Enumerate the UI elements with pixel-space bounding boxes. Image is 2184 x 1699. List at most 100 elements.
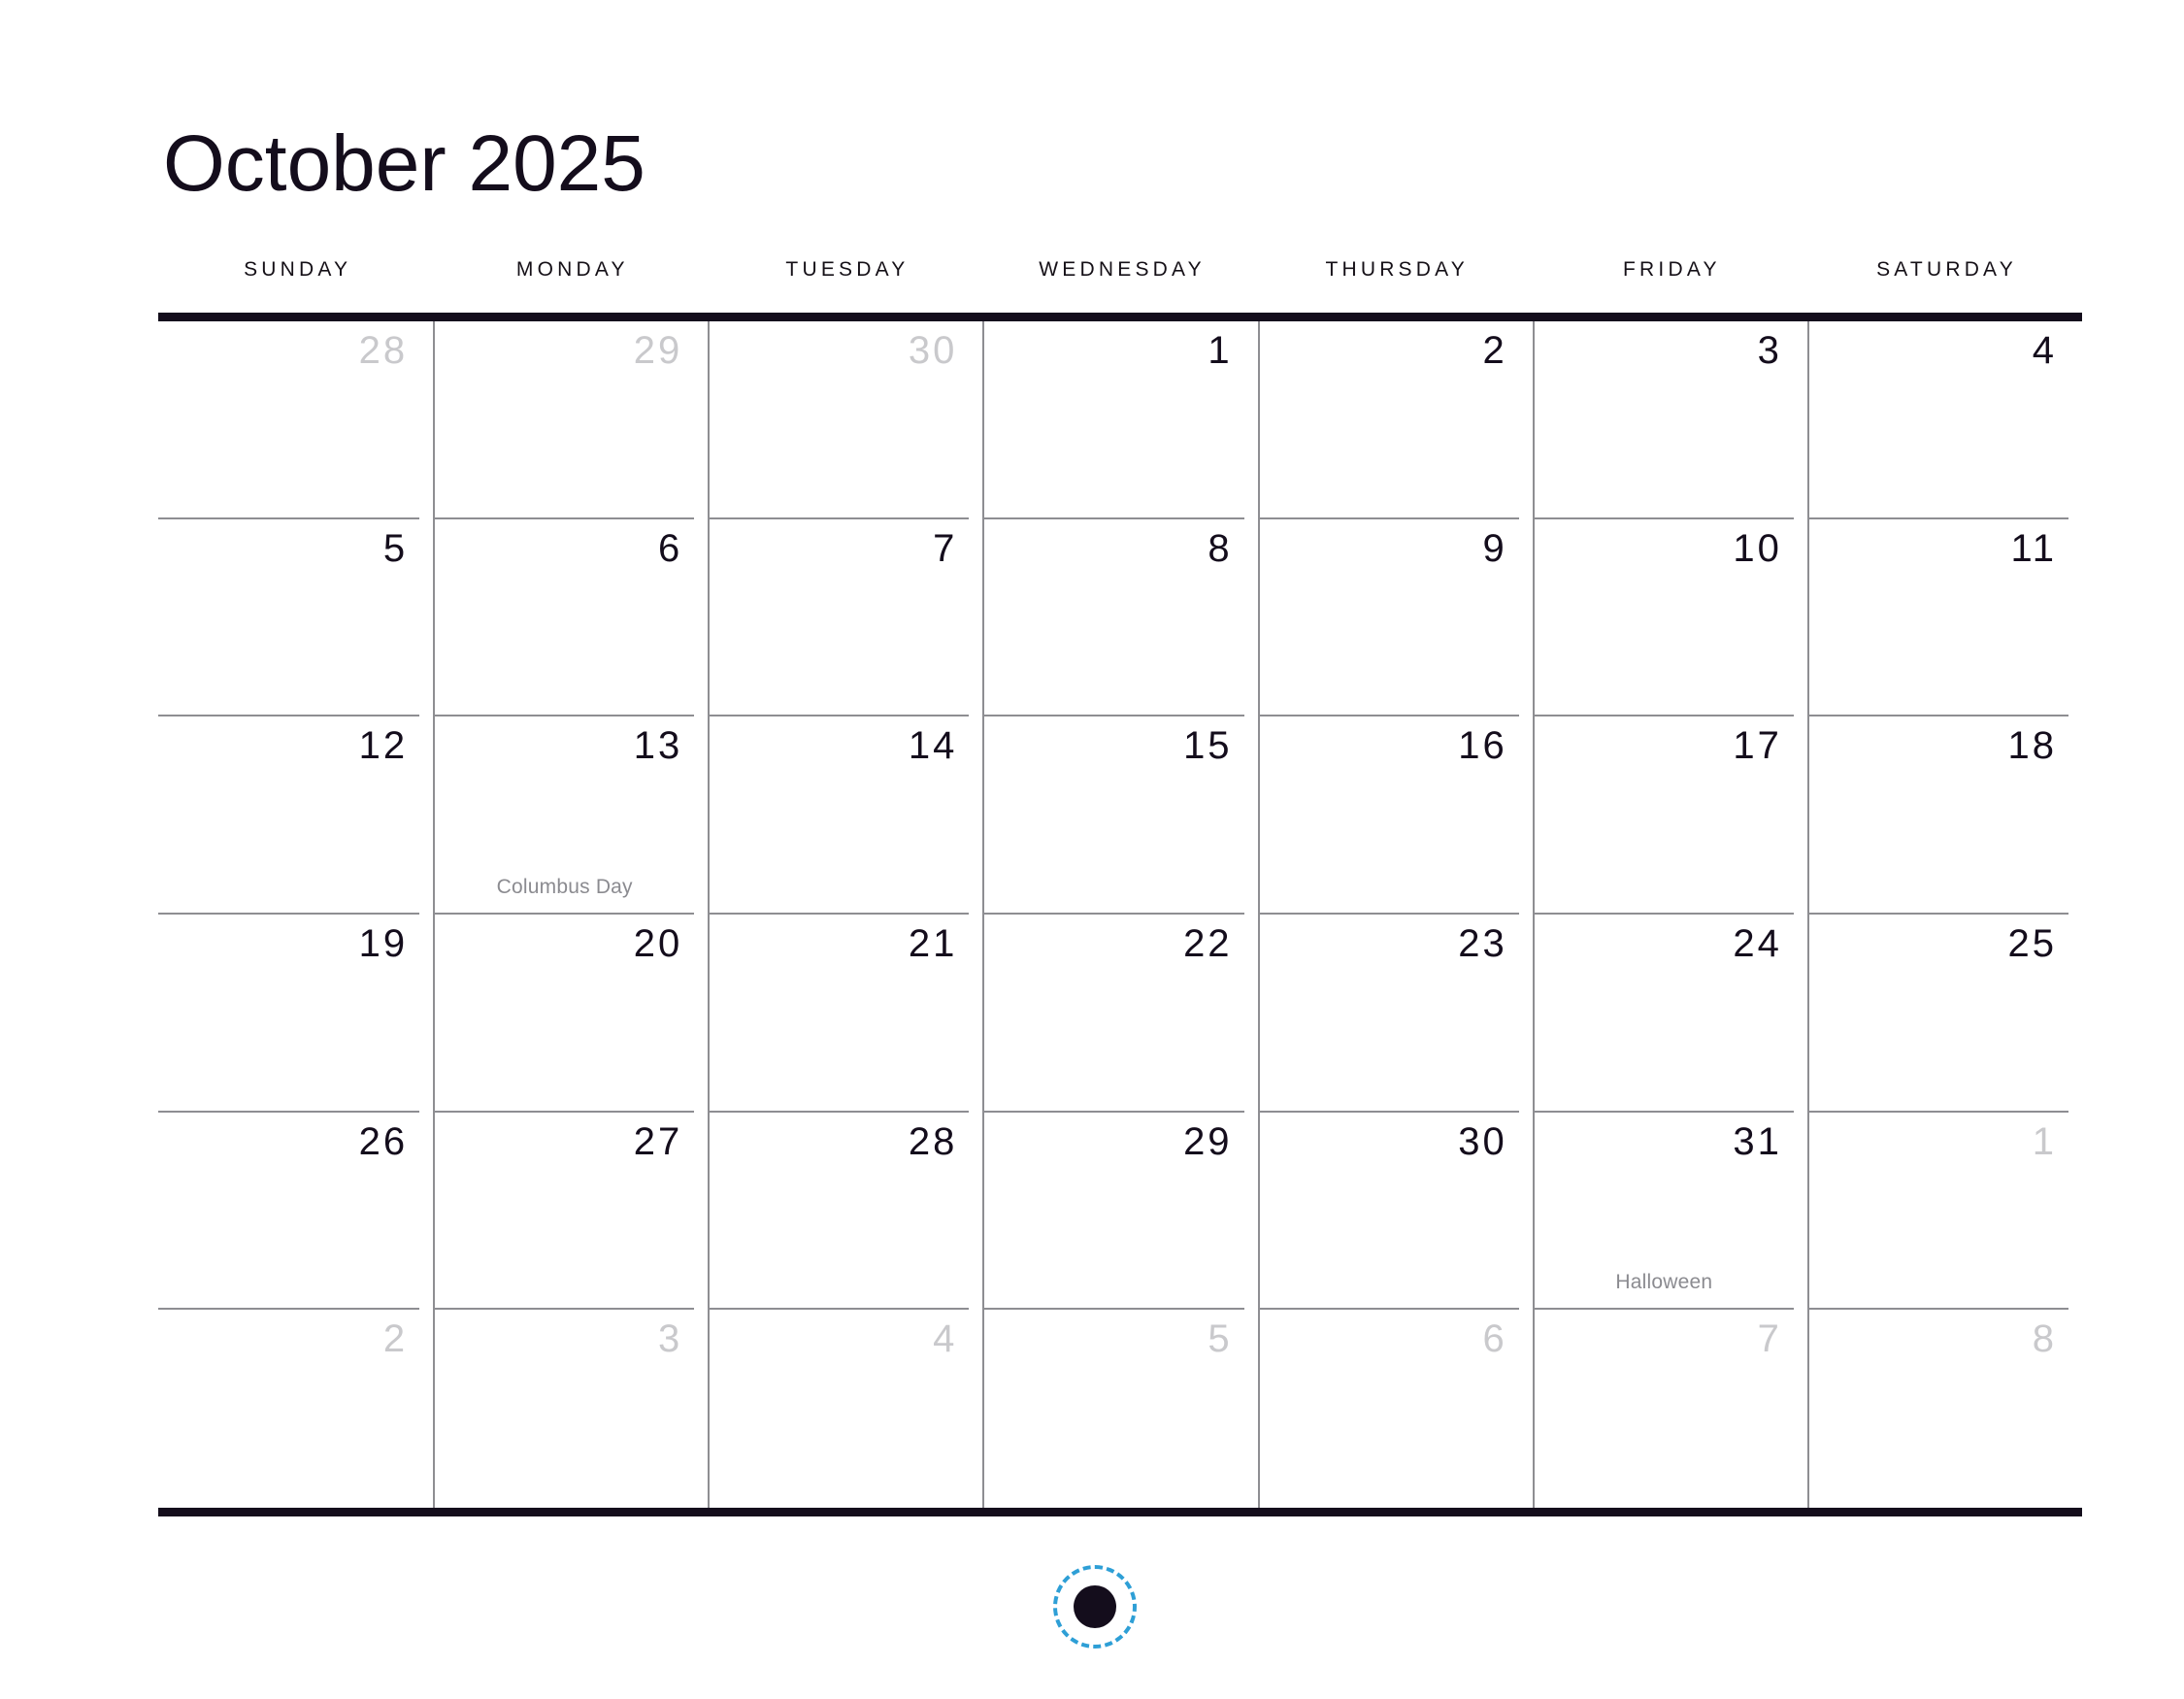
day-number: 1 <box>1208 329 1233 372</box>
day-number: 8 <box>1208 526 1233 570</box>
grid-top-rule <box>158 313 2082 321</box>
day-cell[interactable]: 4 <box>708 1310 982 1508</box>
holiday-label: Columbus Day <box>496 875 633 898</box>
day-cell[interactable]: 3 <box>433 1310 708 1508</box>
week-row: 2 3 4 5 6 7 8 <box>158 1310 2082 1508</box>
day-cell[interactable]: 17 <box>1532 716 1807 915</box>
day-number: 26 <box>358 1119 409 1163</box>
day-cell[interactable]: 2 <box>158 1310 433 1508</box>
weekday-header-wednesday: WEDNESDAY <box>1039 258 1206 281</box>
day-cell[interactable]: 3 <box>1532 321 1807 519</box>
day-cell[interactable]: 2 <box>1257 321 1533 519</box>
week-row: 12 13 Columbus Day 14 15 16 17 18 <box>158 716 2082 915</box>
weekday-header-thursday: THURSDAY <box>1325 258 1469 281</box>
day-number: 8 <box>2032 1317 2057 1361</box>
weekday-header-saturday: SATURDAY <box>1876 258 2017 281</box>
calendar-weeks: 28 29 30 1 2 3 4 5 6 7 8 9 10 11 12 13 Columbus Day 14 15 1… <box>158 321 2082 1508</box>
day-cell[interactable]: 29 <box>433 321 708 519</box>
day-number: 29 <box>1183 1119 1233 1163</box>
day-number: 30 <box>1458 1119 1507 1163</box>
day-number: 7 <box>933 526 958 570</box>
day-cell[interactable]: 14 <box>708 716 982 915</box>
day-cell[interactable]: 27 <box>433 1112 708 1311</box>
day-number: 15 <box>1183 724 1233 768</box>
day-number: 3 <box>658 1317 683 1361</box>
day-number: 12 <box>358 724 409 768</box>
day-number: 31 <box>1733 1119 1782 1163</box>
day-number: 23 <box>1458 922 1507 966</box>
day-number: 19 <box>358 922 409 966</box>
day-cell[interactable]: 30 <box>1257 1112 1533 1311</box>
day-cell[interactable]: 7 <box>1532 1310 1807 1508</box>
page-title: October 2025 <box>163 119 645 208</box>
day-cell[interactable]: 28 <box>158 321 433 519</box>
day-cell[interactable]: 1 <box>1806 1112 2082 1311</box>
day-cell[interactable]: 22 <box>982 915 1257 1113</box>
day-cell[interactable]: 16 <box>1257 716 1533 915</box>
day-number: 30 <box>908 329 958 372</box>
day-number: 2 <box>1482 329 1507 372</box>
day-number: 13 <box>633 724 683 768</box>
day-cell[interactable]: 15 <box>982 716 1257 915</box>
day-cell[interactable]: 6 <box>1257 1310 1533 1508</box>
day-number: 20 <box>633 922 683 966</box>
calendar-grid: 28 29 30 1 2 3 4 5 6 7 8 9 10 11 12 13 Columbus Day 14 15 1… <box>158 313 2082 1516</box>
day-cell[interactable]: 24 <box>1532 915 1807 1113</box>
day-cell[interactable]: 1 <box>982 321 1257 519</box>
calendar-page: October 2025 SUNDAY MONDAY TUESDAY WEDNESDA… <box>0 0 2184 1699</box>
day-number: 17 <box>1733 724 1782 768</box>
day-cell[interactable]: 8 <box>1806 1310 2082 1508</box>
day-cell[interactable]: 18 <box>1806 716 2082 915</box>
weekday-header-row: SUNDAY MONDAY TUESDAY WEDNESDAY THURSDAY FRID… <box>158 258 2082 282</box>
day-number: 2 <box>382 1317 409 1361</box>
day-number: 16 <box>1458 724 1507 768</box>
day-cell[interactable]: 12 <box>158 716 433 915</box>
day-cell[interactable]: 4 <box>1806 321 2082 519</box>
day-number: 4 <box>2032 329 2057 372</box>
day-number: 11 <box>2010 526 2057 570</box>
day-number: 5 <box>382 526 409 570</box>
day-number: 6 <box>1482 1317 1507 1361</box>
day-cell[interactable]: 6 <box>433 518 708 717</box>
day-number: 22 <box>1183 922 1233 966</box>
week-row: 19 20 21 22 23 24 25 <box>158 915 2082 1113</box>
grid-bottom-rule <box>158 1508 2082 1516</box>
day-cell[interactable]: 9 <box>1257 518 1533 717</box>
day-number: 3 <box>1757 329 1782 372</box>
day-number: 21 <box>908 922 958 966</box>
weekday-header-tuesday: TUESDAY <box>785 258 910 281</box>
day-cell[interactable]: 7 <box>708 518 982 717</box>
day-number: 25 <box>2007 922 2057 966</box>
day-cell[interactable]: 19 <box>158 915 433 1113</box>
day-cell[interactable]: 5 <box>158 519 433 717</box>
day-number: 28 <box>358 329 409 372</box>
day-cell[interactable]: 11 <box>1806 518 2082 717</box>
day-number: 27 <box>633 1119 683 1163</box>
day-cell[interactable]: 20 <box>433 915 708 1113</box>
day-number: 24 <box>1733 922 1782 966</box>
day-cell[interactable]: 31 Halloween <box>1532 1112 1807 1311</box>
day-cell[interactable]: 13 Columbus Day <box>433 716 708 915</box>
day-cell[interactable]: 23 <box>1257 915 1533 1113</box>
day-number: 14 <box>908 724 958 768</box>
day-cell[interactable]: 29 <box>982 1112 1257 1311</box>
day-cell[interactable]: 26 <box>158 1113 433 1311</box>
day-number: 28 <box>908 1119 958 1163</box>
day-number: 18 <box>2007 724 2057 768</box>
day-cell[interactable]: 10 <box>1532 518 1807 717</box>
day-cell[interactable]: 28 <box>708 1112 982 1311</box>
click-indicator <box>1053 1565 1137 1649</box>
day-cell[interactable]: 8 <box>982 518 1257 717</box>
weekday-header-sunday: SUNDAY <box>244 258 352 281</box>
weekday-header-friday: FRIDAY <box>1623 258 1721 281</box>
day-number: 9 <box>1482 526 1507 570</box>
day-number: 10 <box>1733 526 1782 570</box>
day-cell[interactable]: 21 <box>708 915 982 1113</box>
day-number: 5 <box>1208 1317 1233 1361</box>
day-cell[interactable]: 30 <box>708 321 982 519</box>
day-number: 7 <box>1757 1317 1782 1361</box>
day-number: 1 <box>2032 1119 2057 1163</box>
day-cell[interactable]: 25 <box>1806 915 2082 1113</box>
day-number: 29 <box>633 329 683 372</box>
day-cell[interactable]: 5 <box>982 1310 1257 1508</box>
